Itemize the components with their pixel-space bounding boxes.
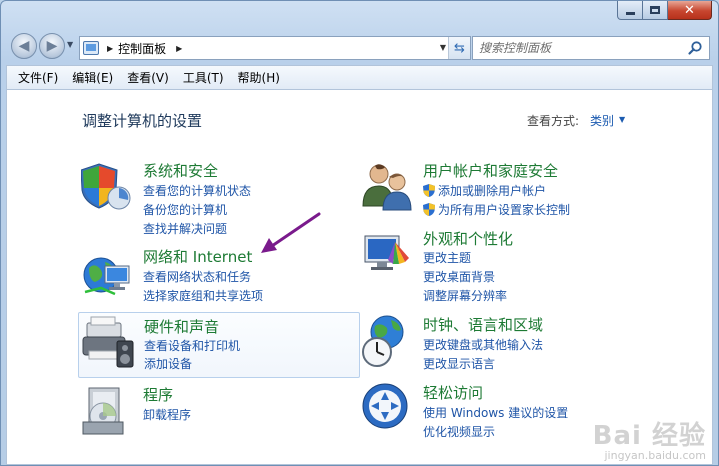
minimize-icon (625, 11, 635, 15)
programs-icon (82, 387, 124, 435)
category-link-text[interactable]: 添加或删除用户帐户 (438, 184, 546, 198)
minimize-button[interactable] (617, 1, 643, 20)
uac-shield-icon (423, 184, 435, 197)
search-box[interactable] (472, 36, 710, 60)
close-button[interactable]: ✕ (668, 1, 712, 20)
category-link[interactable]: 调整屏幕分辨率 (423, 287, 507, 304)
menu-file[interactable]: 文件(F) (11, 67, 65, 89)
control-panel-icon (83, 41, 99, 55)
category-programs: 程序 卸载程序 (81, 384, 281, 444)
refresh-button[interactable]: ⇆ (448, 37, 470, 59)
search-icon[interactable] (687, 40, 703, 56)
category-link[interactable]: 选择家庭组和共享选项 (143, 287, 263, 304)
view-by-chevron-icon[interactable]: ▼ (619, 115, 625, 124)
recent-pages-dropdown-icon[interactable]: ▼ (67, 40, 73, 49)
user-accounts-icon (362, 164, 412, 211)
back-arrow-icon: ◀ (18, 38, 30, 54)
back-button[interactable]: ◀ (11, 33, 37, 59)
forward-arrow-icon: ▶ (46, 38, 58, 54)
breadcrumb-separator-icon[interactable]: ▶ (176, 44, 182, 53)
menu-tools[interactable]: 工具(T) (176, 67, 231, 89)
category-link[interactable]: 添加设备 (144, 355, 192, 372)
watermark-logo: Bai 经验 (592, 421, 706, 451)
refresh-icon: ⇆ (454, 40, 465, 56)
category-title[interactable]: 程序 (143, 384, 173, 405)
category-link[interactable]: 备份您的计算机 (143, 201, 227, 218)
watermark: Bai 经验 jingyan.baidu.com (593, 415, 706, 462)
category-link[interactable]: 查看您的计算机状态 (143, 182, 251, 199)
category-title[interactable]: 用户帐户和家庭安全 (423, 160, 558, 181)
content-area: 调整计算机的设置 查看方式: 类别 ▼ 系统和安全 查看您的计算机状态 备份您的… (6, 89, 713, 465)
category-link[interactable]: 卸载程序 (143, 406, 191, 423)
category-ease-of-access: 轻松访问 使用 Windows 建议的设置 优化视频显示 (361, 382, 621, 442)
category-link[interactable]: 为所有用户设置家长控制 (423, 201, 570, 218)
category-link[interactable]: 优化视频显示 (423, 423, 495, 440)
category-title[interactable]: 网络和 Internet (143, 246, 252, 267)
watermark-url: jingyan.baidu.com (604, 449, 706, 462)
forward-button[interactable]: ▶ (39, 33, 65, 59)
breadcrumb-control-panel[interactable]: 控制面板 (118, 40, 166, 57)
page-title: 调整计算机的设置 (82, 112, 203, 130)
menu-edit[interactable]: 编辑(E) (65, 67, 120, 89)
address-dropdown-icon[interactable]: ▼ (440, 39, 446, 57)
ease-of-access-icon (362, 383, 408, 429)
maximize-icon (650, 6, 660, 14)
menu-bar: 文件(F) 编辑(E) 查看(V) 工具(T) 帮助(H) (6, 65, 713, 89)
close-icon: ✕ (684, 2, 695, 18)
appearance-icon (364, 235, 409, 270)
uac-shield-icon (423, 203, 435, 216)
view-by-dropdown[interactable]: 类别 (590, 112, 614, 129)
window-frame: ✕ ◀ ▶ ▼ ▶ 控制面板 ▶ ▼ ⇆ 文件(F) 编辑(E) 查看(V) 工… (0, 0, 719, 466)
category-link[interactable]: 更改显示语言 (423, 355, 495, 372)
category-link[interactable]: 更改主题 (423, 249, 471, 266)
category-clock-language: 时钟、语言和区域 更改键盘或其他输入法 更改显示语言 (361, 314, 601, 374)
caption-buttons: ✕ (617, 1, 712, 20)
category-link[interactable]: 查找并解决问题 (143, 220, 227, 237)
network-internet-icon (83, 257, 130, 296)
view-by-label: 查看方式: (527, 114, 580, 128)
category-hardware-sound[interactable]: 硬件和声音 查看设备和打印机 添加设备 (78, 312, 360, 378)
address-bar[interactable]: ▶ 控制面板 ▶ ▼ ⇆ (79, 36, 471, 60)
category-title[interactable]: 系统和安全 (143, 160, 218, 181)
category-title[interactable]: 时钟、语言和区域 (423, 314, 543, 335)
menu-view[interactable]: 查看(V) (120, 67, 176, 89)
navigation-bar: ◀ ▶ ▼ ▶ 控制面板 ▶ ▼ ⇆ (9, 31, 710, 61)
clock-language-icon (362, 315, 404, 367)
category-link[interactable]: 查看设备和打印机 (144, 337, 240, 354)
category-link[interactable]: 添加或删除用户帐户 (423, 182, 546, 199)
maximize-button[interactable] (643, 1, 668, 20)
category-system-security: 系统和安全 查看您的计算机状态 备份您的计算机 查找并解决问题 (81, 160, 281, 240)
category-link[interactable]: 更改桌面背景 (423, 268, 495, 285)
system-security-icon (81, 163, 131, 210)
category-link[interactable]: 更改键盘或其他输入法 (423, 336, 543, 353)
hardware-sound-icon (82, 316, 134, 368)
breadcrumb-separator-icon[interactable]: ▶ (107, 44, 113, 53)
category-title[interactable]: 轻松访问 (423, 382, 483, 403)
category-title[interactable]: 外观和个性化 (423, 228, 513, 249)
category-appearance: 外观和个性化 更改主题 更改桌面背景 调整屏幕分辨率 (361, 228, 601, 308)
category-network-internet: 网络和 Internet 查看网络状态和任务 选择家庭组和共享选项 (81, 246, 301, 306)
category-link-text[interactable]: 为所有用户设置家长控制 (438, 203, 570, 217)
category-link[interactable]: 使用 Windows 建议的设置 (423, 404, 568, 421)
search-input[interactable] (479, 38, 679, 58)
category-title[interactable]: 硬件和声音 (144, 316, 219, 337)
category-user-accounts: 用户帐户和家庭安全 添加或删除用户帐户 为所有用户设置家长控制 (361, 160, 601, 220)
menu-help[interactable]: 帮助(H) (231, 67, 287, 89)
category-link[interactable]: 查看网络状态和任务 (143, 268, 251, 285)
